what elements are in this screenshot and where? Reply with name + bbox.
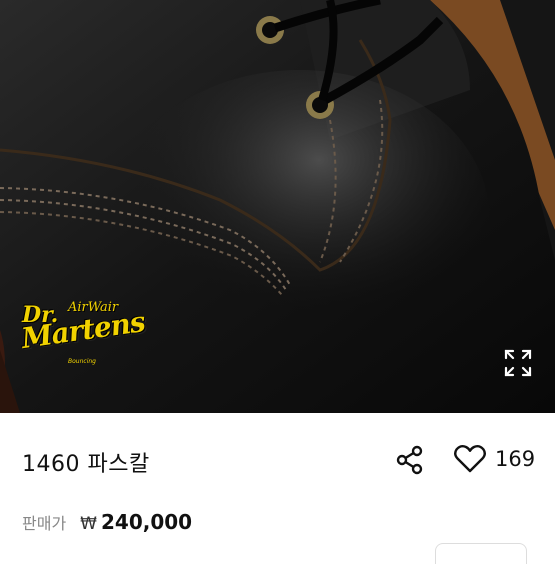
price-row: 판매가 ₩240,000 xyxy=(22,510,192,534)
currency-symbol: ₩ xyxy=(80,514,97,534)
share-icon xyxy=(396,445,423,475)
logo-bouncing-text: Bouncing xyxy=(68,358,96,365)
share-button[interactable] xyxy=(392,443,428,477)
product-title: 1460 파스칼 xyxy=(22,452,150,477)
price-label: 판매가 xyxy=(22,514,67,533)
partial-button-edge[interactable] xyxy=(435,543,527,564)
heart-icon xyxy=(454,444,486,473)
expand-icon xyxy=(504,349,532,377)
like-count: 169 xyxy=(495,447,536,471)
product-image[interactable]: Dr. AirWair Martens Bouncing xyxy=(0,0,555,413)
expand-button[interactable] xyxy=(500,345,536,381)
like-button[interactable]: 169 xyxy=(453,441,535,477)
price-amount: 240,000 xyxy=(100,510,193,534)
price-value: ₩240,000 xyxy=(80,510,192,534)
dr-martens-logo: Dr. AirWair Martens Bouncing xyxy=(18,292,158,382)
product-info: 1460 파스칼 169 판매가 ₩240,000 xyxy=(0,413,555,564)
